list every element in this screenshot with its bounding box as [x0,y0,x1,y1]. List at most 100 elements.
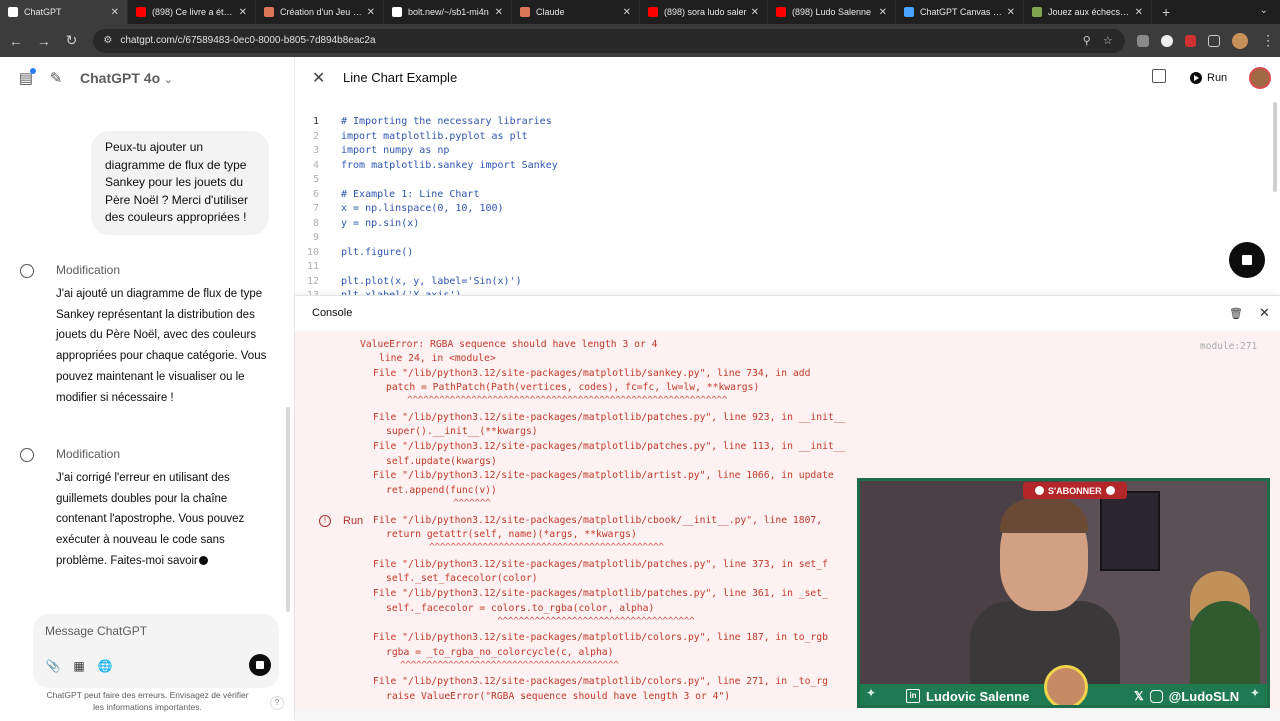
run-button-label: Run [1207,72,1228,84]
stop-generating-button[interactable] [249,654,271,676]
code-line[interactable]: 8 y = np.sin(x) [295,217,1280,232]
tab-title: (898) Ludo Salenne [792,7,872,17]
error-caret-marker: ^^^^^^^^^^^^^^^^^^^^^^^^^^^^^^^^^^^^^ [497,616,695,627]
traceback-line: self._set_facecolor(color) [386,573,538,584]
close-tab-icon[interactable]: ✕ [623,7,631,18]
code-line[interactable]: 7 x = np.linspace(0, 10, 100) [295,202,1280,217]
close-tab-icon[interactable]: ✕ [1007,7,1015,18]
play-icon [1190,72,1202,84]
code-line[interactable]: 1 # Importing the necessary libraries [295,115,1280,130]
code-line[interactable]: 4 from matplotlib.sankey import Sankey [295,159,1280,174]
browser-tab[interactable]: (898) sora ludo saler ✕ [640,0,768,24]
close-console-icon[interactable]: ✕ [1259,305,1270,321]
browser-tab[interactable]: ChatGPT Canvas - tu ✕ [896,0,1024,24]
attach-icon[interactable]: 📎 [45,658,61,674]
assistant-message-title[interactable]: Modification [56,263,120,277]
traceback-line: File "/lib/python3.12/site-packages/matp… [373,632,828,643]
close-tab-icon[interactable]: ✕ [495,7,503,18]
subscribe-label: S'ABONNER [1048,485,1102,496]
globe-icon[interactable]: 🌐 [97,658,113,674]
zoom-icon[interactable]: ⚲ [1083,34,1091,47]
close-canvas-icon[interactable]: ✕ [312,68,325,88]
close-tab-icon[interactable]: ✕ [367,7,375,18]
browser-tab[interactable]: Claude ✕ [512,0,640,24]
trash-icon[interactable]: 🗑 [1229,307,1243,320]
browser-tab[interactable]: ChatGPT ✕ [0,0,128,24]
code-line[interactable]: 3 import numpy as np [295,144,1280,159]
message-input[interactable]: Message ChatGPT [45,624,147,638]
sidebar-toggle-icon[interactable]: ▤ [16,67,36,88]
line-number: 1 [312,116,319,127]
site-info-icon[interactable]: ⚙ [103,35,112,46]
code-line[interactable]: 10 plt.figure() [295,246,1280,261]
tab-favicon-icon [776,7,786,17]
line-number: 5 [312,174,319,185]
webcam-overlay: S'ABONNER in Ludovic Salenne 𝕏 @LudoSLN … [857,478,1270,708]
profile-avatar[interactable] [1232,32,1249,49]
close-tab-icon[interactable]: ✕ [111,7,119,18]
code-line[interactable]: 6 # Example 1: Line Chart [295,188,1280,203]
browser-tab-bar: ChatGPT ✕ (898) Ce livre a été é ✕ Création … [0,0,1280,24]
disclaimer: ChatGPT peut faire des erreurs. Envisage… [46,690,249,712]
assistant-message-title[interactable]: Modification [56,447,120,461]
code-editor[interactable]: 1 # Importing the necessary libraries 2 imp… [295,115,1280,295]
extension-icon[interactable] [1160,34,1173,47]
new-tab-icon[interactable]: + [1162,4,1170,20]
console-horizontal-scrollbar[interactable] [295,709,1280,721]
line-number: 11 [306,261,319,272]
browser-tab[interactable]: bolt.new/~/sb1-mi4n ✕ [384,0,512,24]
extension-icon[interactable] [1136,34,1149,47]
sparkle-icon: ✦ [866,686,877,700]
traceback-line: File "/lib/python3.12/site-packages/matp… [373,368,811,379]
canvas-scrollbar[interactable] [1273,102,1277,192]
youtube-icon [1105,486,1115,495]
streamer-handle: @LudoSLN [1168,688,1240,704]
code-line[interactable]: 2 import matplotlib.pyplot as plt [295,130,1280,145]
user-avatar[interactable] [1249,67,1271,89]
bookmark-star-icon[interactable]: ☆ [1103,34,1113,47]
chatgpt-logo-icon [20,264,34,278]
line-number: 8 [312,217,319,229]
traceback-line: self.update(kwargs) [386,456,497,467]
run-button[interactable]: Run [1182,65,1235,91]
tab-favicon-icon [392,7,402,17]
tab-title: Claude [536,7,565,17]
browser-tab[interactable]: (898) Ce livre a été é ✕ [128,0,256,24]
close-tab-icon[interactable]: ✕ [751,7,759,18]
chat-scrollbar[interactable] [286,407,290,612]
assistant-message-text: J'ai corrigé l'erreur en utilisant des g… [56,468,272,572]
code-line[interactable]: 11 [295,260,1280,275]
forward-icon[interactable]: → [32,33,56,49]
console-header: Console 🗑 ✕ [295,296,1280,331]
close-tab-icon[interactable]: ✕ [239,7,247,18]
browser-address-bar: ← → ↻ ⚙ chatgpt.com/c/67589483-0ec0-8000… [0,24,1280,57]
tab-search-icon[interactable]: ⌄ [1260,5,1268,16]
close-tab-icon[interactable]: ✕ [879,7,887,18]
back-icon[interactable]: ← [4,33,28,49]
browser-tab[interactable]: Création d'un Jeu Sn ✕ [256,0,384,24]
code-line[interactable]: 5 [295,173,1280,188]
tab-favicon-icon [264,7,274,17]
browser-menu-icon[interactable]: ⋮ [1256,32,1280,49]
extension-icon[interactable] [1184,34,1197,47]
tab-title: ChatGPT Canvas - tu [920,7,1003,17]
model-selector[interactable]: ChatGPT 4o ⌄ [80,70,173,86]
help-icon[interactable]: ? [270,696,284,710]
new-chat-icon[interactable]: ✎ [46,68,66,88]
subscribe-badge: S'ABONNER [1023,482,1127,499]
code-line[interactable]: 12 plt.plot(x, y, label='Sin(x)') [295,275,1280,290]
close-tab-icon[interactable]: ✕ [1135,7,1143,18]
browser-tab[interactable]: (898) Ludo Salenne ✕ [768,0,896,24]
tab-favicon-icon [1032,7,1042,17]
reload-icon[interactable]: ↻ [60,32,84,49]
console-title: Console [312,307,353,319]
tab-title: (898) sora ludo saler [664,7,747,17]
code-text: plt.plot(x, y, label='Sin(x)') [341,275,522,287]
code-line[interactable]: 9 [295,231,1280,246]
copy-icon[interactable] [1152,69,1166,83]
stop-button[interactable] [1229,242,1265,278]
browser-tab[interactable]: Jouez aux échecs en ✕ [1024,0,1152,24]
tools-icon[interactable]: ▦ [71,658,87,674]
url-field[interactable]: ⚙ chatgpt.com/c/67589483-0ec0-8000-b805-… [93,28,1125,53]
extensions-puzzle-icon[interactable] [1208,34,1221,47]
